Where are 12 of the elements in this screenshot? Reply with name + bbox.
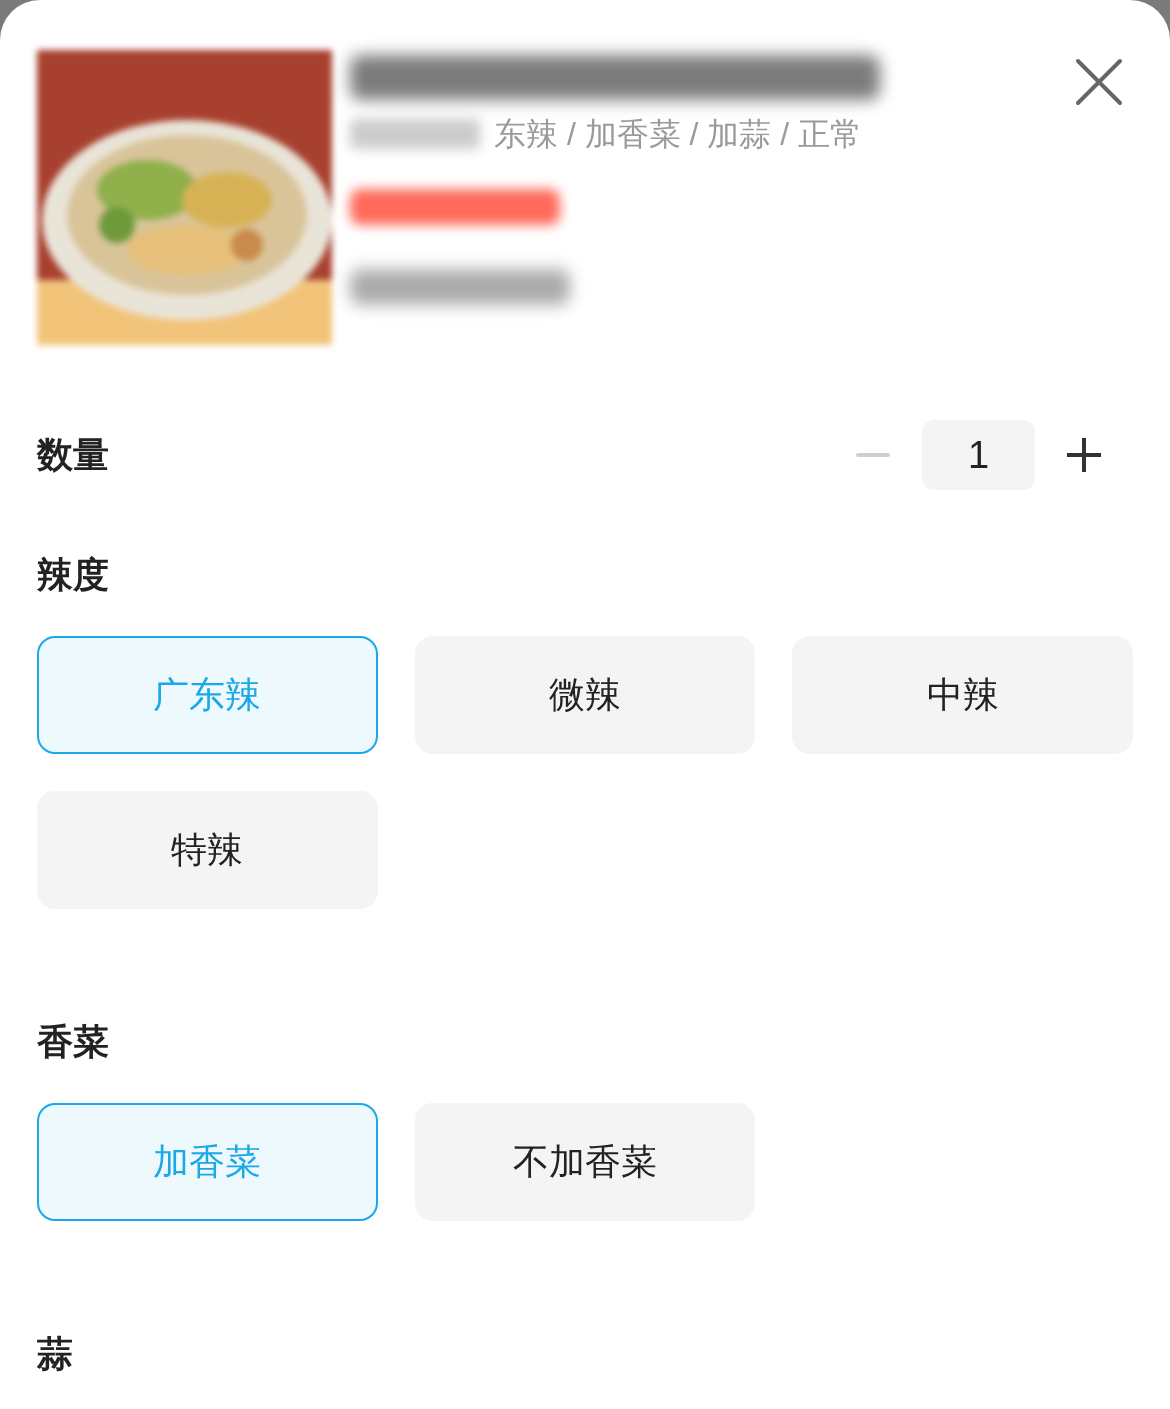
section-title: 辣度	[37, 555, 110, 595]
section-title: 蒜	[37, 1334, 74, 1374]
option-button[interactable]: 中辣	[792, 636, 1133, 754]
option-button[interactable]: 不加香菜	[414, 1103, 756, 1221]
close-icon[interactable]	[1075, 58, 1123, 106]
plus-icon[interactable]	[1067, 438, 1101, 472]
section-title: 香菜	[37, 1022, 110, 1062]
quantity-label: 数量	[37, 433, 109, 477]
quantity-field[interactable]: 1	[922, 420, 1035, 490]
options-summary: 东辣 / 加香菜 / 加蒜 / 正常	[494, 115, 862, 154]
option-button[interactable]: 特辣	[37, 791, 378, 909]
option-button[interactable]: 微辣	[414, 636, 756, 754]
